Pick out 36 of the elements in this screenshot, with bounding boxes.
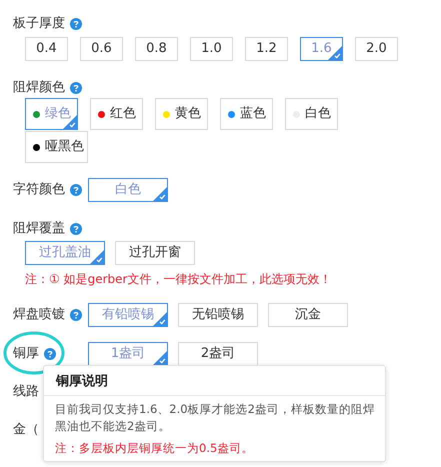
field-label: 线路 <box>13 384 39 400</box>
tooltip-note: 注：多层板内层铜厚统一为0.5盎司。 <box>55 440 254 457</box>
help-icon[interactable] <box>70 184 82 196</box>
tooltip-text: 目前我司仅支持1.6、2.0板厚才能选2盎司，样板数量的阻焊黑油也不能选2盎司。 <box>55 401 376 435</box>
option-button[interactable]: 红色 <box>90 98 143 130</box>
help-icon[interactable] <box>70 82 82 94</box>
field-label: 铜厚 <box>13 346 39 362</box>
option-button[interactable]: 1.2 <box>245 37 288 61</box>
field-label: 金（ <box>13 422 39 438</box>
field-label: 阻焊覆盖 <box>13 221 65 237</box>
selected-check-icon <box>90 250 104 264</box>
help-icon[interactable] <box>44 348 56 360</box>
option-button[interactable]: 0.6 <box>80 37 123 61</box>
help-icon[interactable] <box>70 18 82 30</box>
option-button[interactable]: 白色 <box>285 98 338 130</box>
option-button[interactable]: 蓝色 <box>220 98 273 130</box>
field-label: 字符颜色 <box>13 182 65 198</box>
option-button[interactable]: 过孔开窗 <box>115 241 195 265</box>
selected-check-icon <box>153 187 167 201</box>
option-button[interactable]: 沉金 <box>268 303 348 327</box>
option-button[interactable]: 黄色 <box>155 98 208 130</box>
help-icon[interactable] <box>70 309 82 321</box>
tooltip-title: 铜厚说明 <box>56 374 108 389</box>
option-button[interactable]: 2盎司 <box>178 342 258 366</box>
option-button[interactable]: 2.0 <box>355 37 398 61</box>
field-label: 阻焊颜色 <box>13 80 65 96</box>
field-label: 板子厚度 <box>13 16 65 32</box>
option-button[interactable]: 0.8 <box>135 37 178 61</box>
warning-note: 注：① 如是gerber文件，一律按文件加工，此选项无效！ <box>24 271 332 287</box>
option-button[interactable]: 1.0 <box>190 37 233 61</box>
field-label: 焊盘喷镀 <box>13 307 65 323</box>
selected-check-icon <box>153 312 167 326</box>
option-button[interactable]: 哑黑色 <box>25 131 88 163</box>
help-icon[interactable] <box>70 223 82 235</box>
option-button[interactable]: 0.4 <box>25 37 68 61</box>
option-button[interactable]: 无铅喷锡 <box>178 303 258 327</box>
